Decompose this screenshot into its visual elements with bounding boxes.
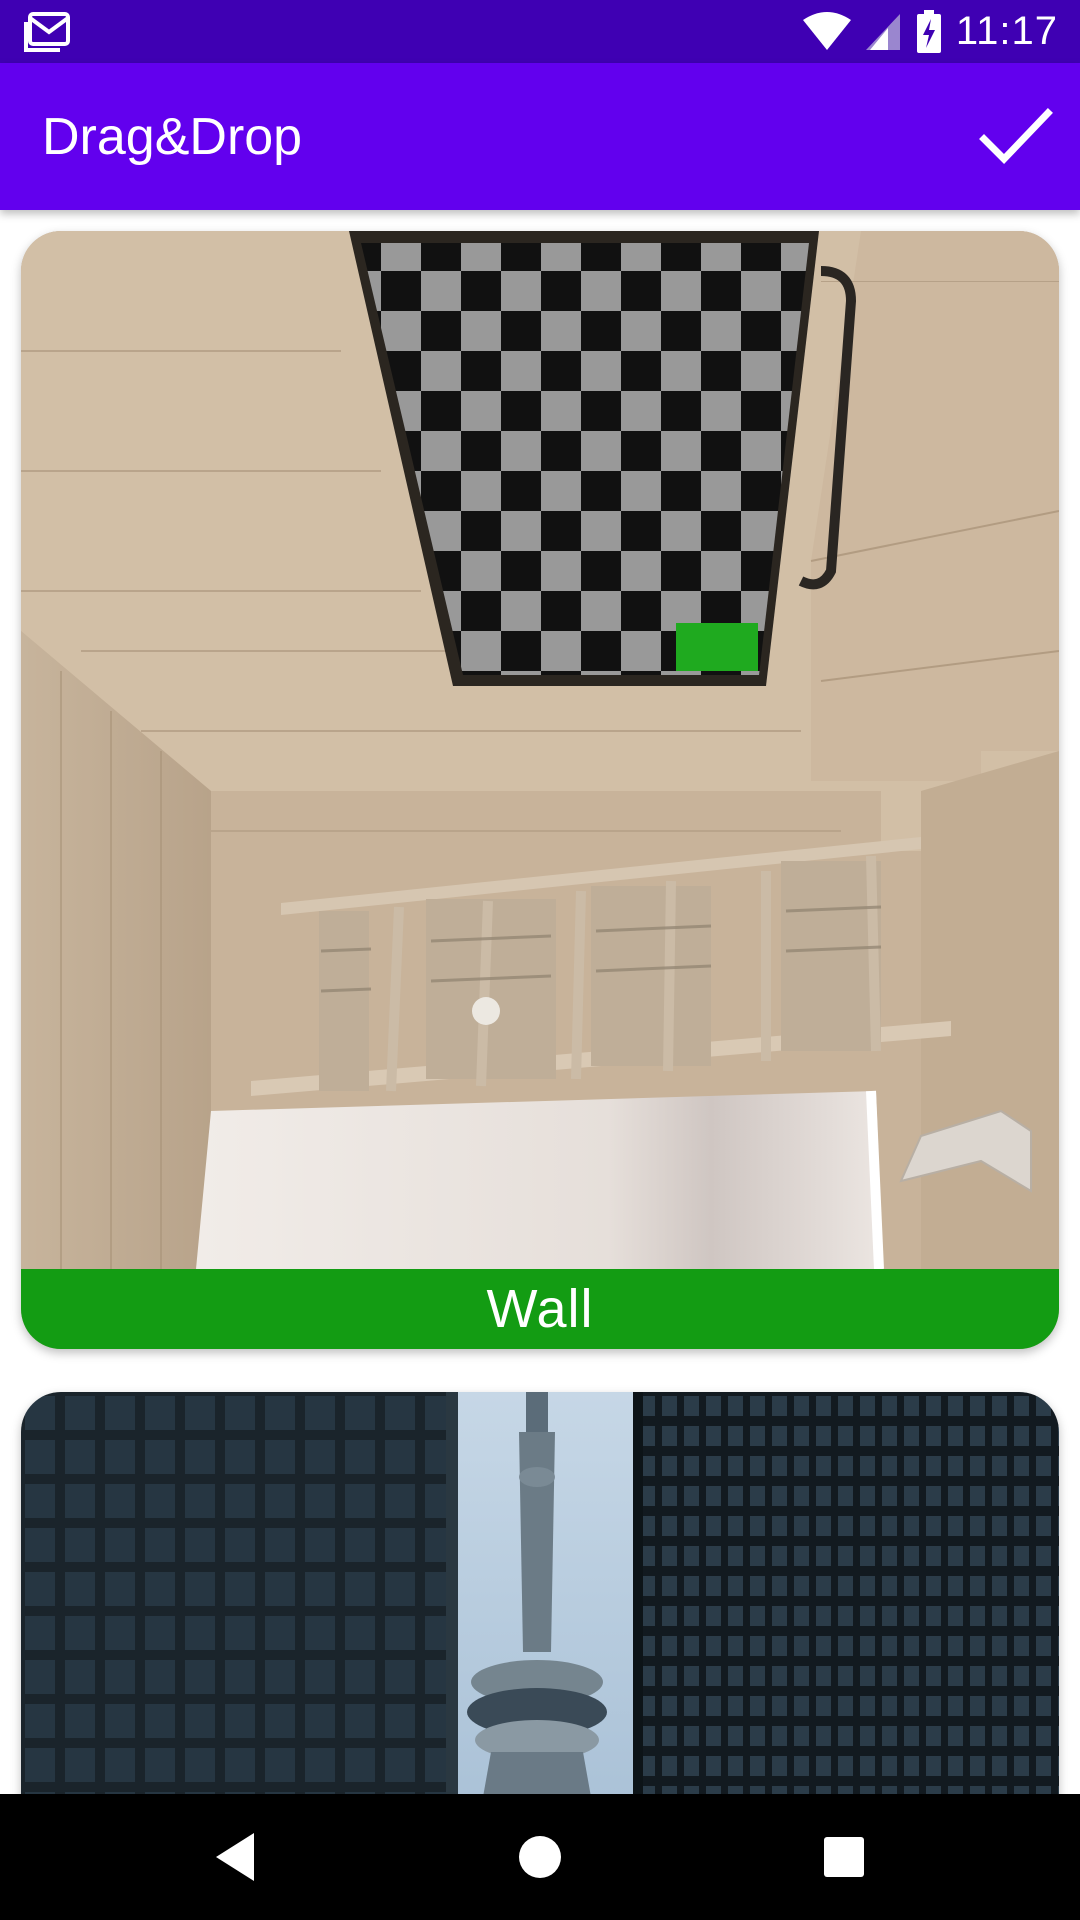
- card-image-tower: [21, 1392, 1059, 1794]
- card-label-bar: Wall: [21, 1269, 1059, 1349]
- status-time: 11:17: [955, 9, 1058, 53]
- status-bar: 11:17: [0, 0, 1080, 63]
- check-icon[interactable]: [978, 99, 1054, 175]
- navigation-bar: [0, 1794, 1080, 1920]
- app-bar: Drag&Drop: [0, 63, 1080, 210]
- image-card-tower[interactable]: [21, 1392, 1059, 1794]
- signal-icon: [865, 13, 900, 50]
- card-label-wall: Wall: [486, 1279, 594, 1339]
- app-title: Drag&Drop: [42, 108, 303, 166]
- card-image-room: [21, 231, 1059, 1269]
- battery-charging-icon: [916, 9, 941, 53]
- image-card-wall[interactable]: Wall: [21, 231, 1059, 1349]
- recents-icon[interactable]: [814, 1827, 874, 1887]
- wifi-icon: [802, 11, 851, 50]
- back-icon[interactable]: [208, 1827, 268, 1887]
- home-icon[interactable]: [510, 1827, 570, 1887]
- card-list[interactable]: Wall: [0, 210, 1080, 1794]
- gmail-icon: [24, 12, 70, 52]
